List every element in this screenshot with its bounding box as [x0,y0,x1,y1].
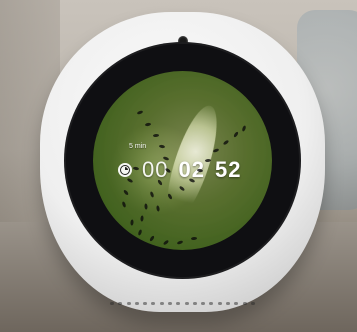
kiwi-seed [158,144,166,149]
kiwi-seed [121,201,127,208]
kiwi-seed [149,191,155,198]
kiwi-seed [144,203,148,210]
speaker-grille [110,298,255,308]
speaker-hole [159,301,164,305]
kiwi-seed [152,133,160,138]
speaker-hole [176,301,181,305]
timer-seconds: 52 [214,157,242,182]
timer-label: 5 min [129,143,147,150]
kiwi-seed [212,148,220,153]
kiwi-seed [241,125,247,132]
kiwi-seed [222,139,230,146]
kiwi-seed [130,219,134,226]
kiwi-seed [149,235,155,242]
speaker-hole [225,301,230,305]
speaker-hole [151,301,156,305]
kiwi-seed [137,229,143,236]
scene: 5 min 00 02 52 [0,0,357,332]
kiwi-seed [156,205,160,212]
speaker-hole [201,301,206,305]
kiwi-seed [233,131,239,138]
kiwi-seed [144,122,152,127]
timer-icon [118,163,132,177]
smart-display-device: 5 min 00 02 52 [40,12,325,312]
speaker-hole [126,301,131,305]
kiwi-seed [140,215,144,222]
kiwi-seed [162,239,170,246]
speaker-hole [167,301,172,305]
speaker-hole [134,301,139,305]
speaker-hole [242,301,247,305]
screen: 5 min 00 02 52 [93,71,272,250]
kiwi-seed [136,110,144,115]
speaker-hole [184,301,189,305]
kiwi-seed [190,236,198,241]
speaker-hole [250,301,255,305]
kiwi-seed [176,240,184,245]
speaker-hole [234,301,239,305]
speaker-hole [143,301,148,305]
kiwi-seed [122,189,130,196]
speaker-hole [209,301,214,305]
speaker-hole [192,301,197,305]
speaker-hole [110,301,114,305]
speaker-hole [118,301,123,305]
speaker-hole [217,301,222,305]
